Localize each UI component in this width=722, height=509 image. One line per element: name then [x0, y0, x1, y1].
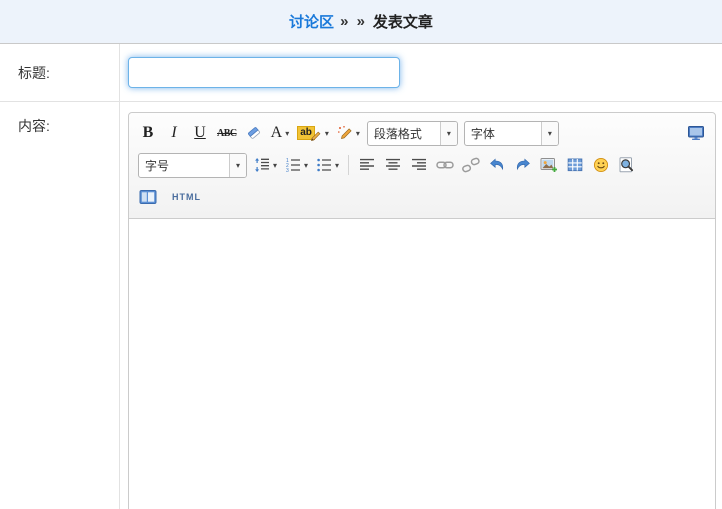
paragraph-format-select[interactable]: 段落格式 ▾: [367, 121, 458, 146]
italic-button[interactable]: I: [162, 120, 186, 146]
forecolor-button[interactable]: A ▾: [268, 120, 293, 146]
image-icon: [540, 157, 558, 173]
chevron-down-icon: ▾: [273, 161, 277, 170]
emoticon-button[interactable]: [589, 152, 613, 178]
underline-button[interactable]: U: [188, 120, 212, 146]
preview-button[interactable]: [615, 152, 639, 178]
link-icon: [436, 157, 454, 173]
backcolor-button[interactable]: ab ▾: [294, 120, 332, 146]
magic-pencil-icon: [337, 125, 353, 141]
bullet-list-button[interactable]: ▾: [313, 152, 342, 178]
bullet-list-icon: [316, 157, 332, 173]
insert-link-button[interactable]: [433, 152, 457, 178]
breadcrumb: 讨论区 » » 发表文章: [0, 0, 722, 44]
undo-icon: [488, 157, 506, 173]
title-field-cell: [120, 44, 722, 102]
font-size-value: 字号: [139, 154, 229, 177]
toolbar-separator: [348, 155, 349, 175]
redo-icon: [514, 157, 532, 173]
breadcrumb-separator: » »: [340, 13, 367, 30]
search-page-icon: [618, 157, 636, 173]
chevron-down-icon: ▾: [325, 129, 329, 138]
align-left-icon: [359, 157, 375, 173]
title-label: 标题:: [0, 44, 120, 102]
rich-text-editor: B I U ABC A ▾ ab: [128, 112, 716, 509]
breadcrumb-forum-link[interactable]: 讨论区: [289, 11, 334, 32]
eraser-icon: [246, 125, 262, 141]
chevron-down-icon[interactable]: ▾: [440, 122, 457, 145]
pencil-icon: [310, 130, 322, 142]
toolbar-row-2: 字号 ▾ ▾ 123 ▾ ▾: [135, 149, 709, 181]
smiley-icon: [593, 157, 609, 173]
chevron-down-icon: ▾: [304, 161, 308, 170]
align-center-icon: [385, 157, 401, 173]
content-label: 内容:: [0, 102, 120, 509]
bold-button[interactable]: B: [136, 120, 160, 146]
breadcrumb-current: 发表文章: [373, 11, 433, 32]
title-label-text: 标题:: [18, 63, 50, 83]
remove-format-button[interactable]: [242, 120, 266, 146]
align-right-icon: [411, 157, 427, 173]
toolbar-row-1: B I U ABC A ▾ ab: [135, 117, 709, 149]
title-input[interactable]: [128, 57, 400, 88]
line-height-button[interactable]: ▾: [251, 152, 280, 178]
chevron-down-icon[interactable]: ▾: [229, 154, 246, 177]
paragraph-format-value: 段落格式: [368, 122, 440, 145]
editor-toolbar: B I U ABC A ▾ ab: [129, 113, 715, 219]
font-family-value: 字体: [465, 122, 541, 145]
insert-image-button[interactable]: [537, 152, 561, 178]
chevron-down-icon[interactable]: ▾: [541, 122, 558, 145]
style-tools-button[interactable]: ▾: [334, 120, 363, 146]
strikethrough-button[interactable]: ABC: [214, 120, 240, 146]
monitor-icon: [687, 125, 705, 141]
content-label-text: 内容:: [18, 118, 50, 134]
html-source-button[interactable]: HTML: [169, 184, 204, 210]
unlink-button[interactable]: [459, 152, 483, 178]
align-left-button[interactable]: [355, 152, 379, 178]
editor-content-area[interactable]: [129, 219, 715, 509]
post-form: 标题: 内容: B I U ABC: [0, 44, 722, 509]
content-field-cell: B I U ABC A ▾ ab: [120, 102, 722, 509]
toolbar-row-3: HTML: [135, 181, 709, 213]
post-article-page: 讨论区 » » 发表文章 标题: 内容: B I U ABC: [0, 0, 722, 509]
font-family-select[interactable]: 字体 ▾: [464, 121, 559, 146]
ordered-list-icon: 123: [285, 157, 301, 173]
chevron-down-icon: ▾: [285, 129, 289, 138]
chevron-down-icon: ▾: [335, 161, 339, 170]
insert-table-button[interactable]: [563, 152, 587, 178]
redo-button[interactable]: [511, 152, 535, 178]
line-height-icon: [254, 157, 270, 173]
ordered-list-button[interactable]: 123 ▾: [282, 152, 311, 178]
table-icon: [567, 157, 583, 173]
font-size-select[interactable]: 字号 ▾: [138, 153, 247, 178]
svg-text:3: 3: [286, 168, 289, 173]
layout-blocks-icon: [139, 189, 157, 205]
align-center-button[interactable]: [381, 152, 405, 178]
forecolor-a-icon: A: [271, 124, 283, 142]
unlink-icon: [462, 157, 480, 173]
undo-button[interactable]: [485, 152, 509, 178]
chevron-down-icon: ▾: [356, 129, 360, 138]
layout-blocks-button[interactable]: [136, 184, 160, 210]
fullscreen-button[interactable]: [684, 120, 708, 146]
align-right-button[interactable]: [407, 152, 431, 178]
